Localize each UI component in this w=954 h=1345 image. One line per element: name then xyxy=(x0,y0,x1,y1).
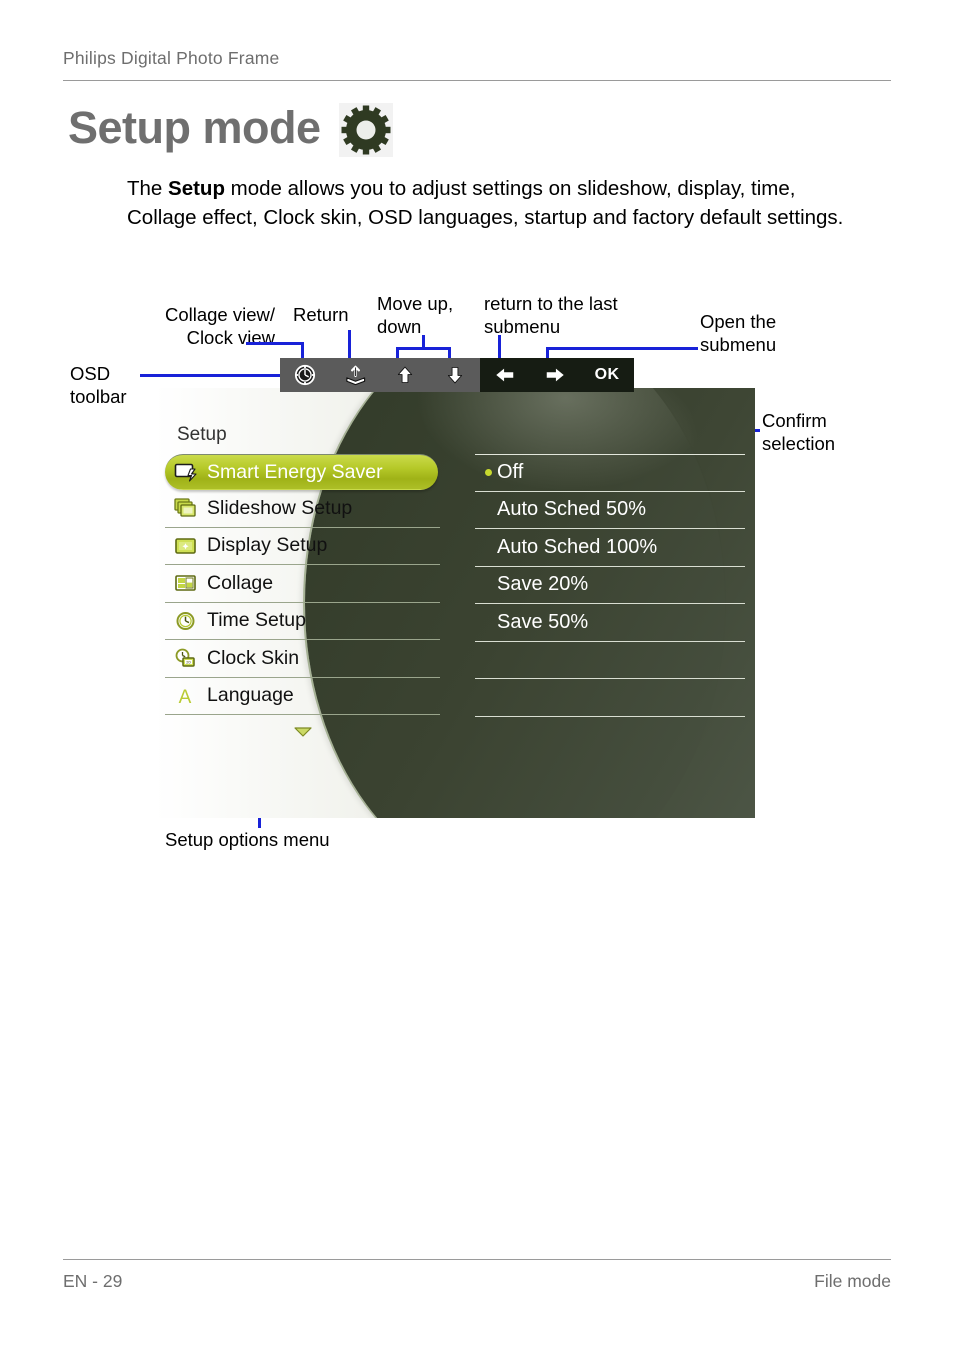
submenu-item-label: Auto Sched 100% xyxy=(497,535,658,558)
menu-item-collage[interactable]: Collage xyxy=(165,565,440,603)
menu-item-display-setup[interactable]: Display Setup xyxy=(165,528,440,565)
device-screen: Setup Smart Energy Saver Slideshow Setup… xyxy=(155,388,755,818)
submenu-item-label: Save 20% xyxy=(497,573,589,596)
clock-skin-icon: 20 xyxy=(173,647,199,669)
ok-button[interactable]: OK xyxy=(580,358,634,392)
menu-item-label: Language xyxy=(207,684,294,707)
menu-item-label: Clock Skin xyxy=(207,646,300,669)
intro-paragraph: The Setup mode allows you to adjust sett… xyxy=(127,174,867,232)
arrow-up-icon xyxy=(397,366,413,383)
svg-text:A: A xyxy=(179,687,192,706)
annotation-open-submenu: Open the submenu xyxy=(700,311,777,355)
submenu-item-label: Off xyxy=(497,461,524,484)
menu-item-clock-skin[interactable]: 20 Clock Skin xyxy=(165,640,440,678)
submenu-item-label: Save 50% xyxy=(497,610,589,633)
menu-item-label: Time Setup xyxy=(207,609,306,632)
clock-view-button[interactable] xyxy=(280,358,330,392)
submenu-options-list[interactable]: Off Auto Sched 50% Auto Sched 100% Save … xyxy=(475,454,745,717)
intro-after: mode allows you to adjust settings on sl… xyxy=(127,177,844,229)
menu-item-time-setup[interactable]: Time Setup xyxy=(165,603,440,640)
leader-open-submenu-horizontal xyxy=(546,347,698,350)
collage-icon xyxy=(173,572,199,594)
move-down-button[interactable] xyxy=(430,358,480,392)
language-a-icon: A xyxy=(173,685,199,707)
move-up-button[interactable] xyxy=(380,358,430,392)
submenu-item-empty-2 xyxy=(475,679,745,717)
intro-before: The xyxy=(127,177,169,200)
return-icon xyxy=(345,365,365,385)
arrow-down-icon xyxy=(447,367,463,384)
previous-submenu-button[interactable] xyxy=(480,358,530,392)
gear-icon xyxy=(338,103,393,157)
annotation-confirm-selection: Confirm selection xyxy=(762,410,836,454)
clock-view-icon xyxy=(294,364,316,386)
osd-toolbar-left-segment xyxy=(280,358,480,392)
footer-section-label: File mode xyxy=(814,1271,891,1291)
document-header-title: Philips Digital Photo Frame xyxy=(63,48,280,68)
open-submenu-button[interactable] xyxy=(530,358,580,392)
submenu-item-label: Auto Sched 50% xyxy=(497,498,646,521)
osd-toolbar-right-segment: OK xyxy=(480,358,634,392)
osd-toolbar[interactable]: OK xyxy=(280,358,634,392)
menu-scroll-down-indicator[interactable] xyxy=(165,715,440,749)
header-divider xyxy=(63,80,891,81)
menu-item-slideshow-setup[interactable]: Slideshow Setup xyxy=(165,490,440,528)
menu-item-language[interactable]: A Language xyxy=(165,678,440,715)
annotation-return-last-submenu: return to the last submenu xyxy=(484,293,618,337)
setup-options-menu[interactable]: Smart Energy Saver Slideshow Setup Displ… xyxy=(165,454,440,749)
intro-bold-setup: Setup xyxy=(168,177,225,200)
menu-item-label: Smart Energy Saver xyxy=(207,460,383,483)
submenu-item-off[interactable]: Off xyxy=(475,454,745,492)
leader-collage-clock-horizontal xyxy=(246,342,304,345)
submenu-item-save-20[interactable]: Save 20% xyxy=(475,567,745,604)
menu-item-label: Slideshow Setup xyxy=(207,496,353,519)
page-title-row: Setup mode xyxy=(68,97,393,157)
selected-dot-icon xyxy=(485,469,492,477)
submenu-item-auto-sched-50[interactable]: Auto Sched 50% xyxy=(475,492,745,529)
submenu-item-auto-sched-100[interactable]: Auto Sched 100% xyxy=(475,529,745,567)
menu-item-smart-energy-saver[interactable]: Smart Energy Saver xyxy=(165,454,438,490)
return-button[interactable] xyxy=(330,358,380,392)
leader-osd-toolbar xyxy=(140,374,290,377)
arrow-left-icon xyxy=(496,368,514,382)
clock-icon xyxy=(173,610,199,632)
svg-text:20: 20 xyxy=(186,660,191,665)
energy-saver-icon xyxy=(173,461,199,483)
submenu-item-empty-1 xyxy=(475,642,745,679)
menu-item-label: Display Setup xyxy=(207,534,328,557)
footer-page-number: EN - 29 xyxy=(63,1271,123,1291)
footer-divider xyxy=(63,1259,891,1260)
annotation-move-up-down: Move up, down xyxy=(377,293,454,337)
page-title: Setup mode xyxy=(68,101,321,153)
submenu-item-save-50[interactable]: Save 50% xyxy=(475,604,745,642)
display-icon xyxy=(173,535,199,557)
arrow-right-icon xyxy=(546,368,564,382)
annotation-setup-options-menu: Setup options menu xyxy=(165,829,330,850)
slideshow-icon xyxy=(173,497,199,519)
menu-item-label: Collage xyxy=(207,571,274,594)
chevron-down-icon xyxy=(293,727,312,737)
page-header: Philips Digital Photo Frame xyxy=(63,48,891,69)
setup-menu-title: Setup xyxy=(177,424,227,445)
leader-updown-stem xyxy=(422,335,425,348)
